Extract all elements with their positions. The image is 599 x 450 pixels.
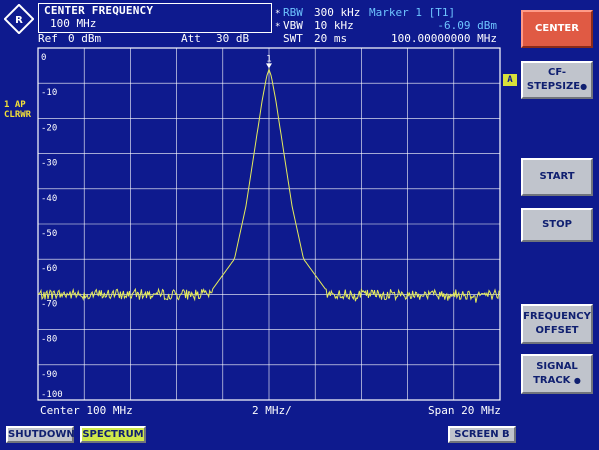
softkey-signal-track[interactable]: SIGNAL TRACK ● xyxy=(521,354,593,394)
softkey-start[interactable]: START xyxy=(521,158,593,196)
softkey-stepsize-label: STEPSIZE● xyxy=(526,81,588,92)
softkey-cf-stepsize[interactable]: CF- STEPSIZE● xyxy=(521,61,593,99)
y-tick-label: -100 xyxy=(41,390,63,400)
softkey-start-label: START xyxy=(539,171,575,182)
y-tick-label: -40 xyxy=(41,194,57,204)
y-tick-label: -80 xyxy=(41,335,57,345)
analyzer-screen: R CENTER FREQUENCY 100 MHz Ref 0 dBm Att… xyxy=(0,0,599,450)
submenu-dot-icon: ● xyxy=(573,376,581,385)
spectrum-plot: 0 -10 -20 -30 -40 -50 -60 -70 -80 -90 -100 1 xyxy=(37,47,501,401)
softkey-signal-label: SIGNAL xyxy=(536,361,578,372)
span-footer: Span 20 MHz xyxy=(428,404,501,417)
y-axis-labels: 0 -10 -20 -30 -40 -50 -60 -70 -80 -90 -100 xyxy=(41,53,63,400)
softkey-frequency-offset[interactable]: FREQUENCY OFFSET xyxy=(521,304,593,344)
plot-grid xyxy=(37,47,501,401)
screen-b-button[interactable]: SCREEN B xyxy=(448,426,516,443)
y-tick-label: -30 xyxy=(41,159,57,169)
softkey-center-label: CENTER xyxy=(535,23,579,34)
shutdown-button[interactable]: SHUTDOWN xyxy=(6,426,75,443)
y-tick-label: -20 xyxy=(41,123,57,133)
marker-a-indicator: A xyxy=(503,74,517,86)
frequency-per-division: 2 MHz/ xyxy=(252,404,292,417)
softkey-track-label: TRACK ● xyxy=(533,375,581,386)
submenu-dot-icon: ● xyxy=(580,82,588,91)
y-tick-label: -10 xyxy=(41,88,57,98)
y-tick-label: -60 xyxy=(41,264,57,274)
softkey-center[interactable]: CENTER xyxy=(521,10,593,48)
softkey-stop-label: STOP xyxy=(542,219,572,230)
softkey-stop[interactable]: STOP xyxy=(521,208,593,242)
y-tick-label: -90 xyxy=(41,370,57,380)
marker-1: 1 xyxy=(266,54,272,69)
y-tick-label: 0 xyxy=(41,53,46,63)
y-tick-label: -70 xyxy=(41,299,57,309)
spectrum-button[interactable]: SPECTRUM xyxy=(80,426,146,443)
center-frequency-footer: Center 100 MHz xyxy=(40,404,133,417)
softkey-offset-label: OFFSET xyxy=(535,325,579,336)
softkey-frequency-label: FREQUENCY xyxy=(523,311,591,322)
softkey-cf-label: CF- xyxy=(547,67,566,78)
y-tick-label: -50 xyxy=(41,229,57,239)
marker-number: 1 xyxy=(266,54,271,64)
